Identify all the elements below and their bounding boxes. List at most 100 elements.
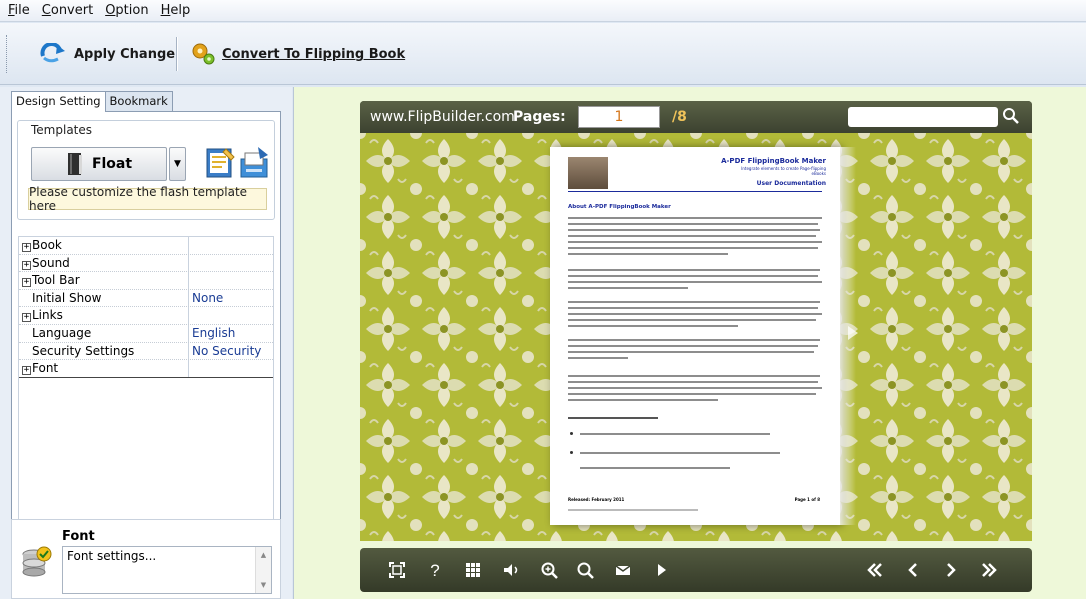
- prop-value: [189, 237, 192, 254]
- customize-hint: Please customize the flash template here: [28, 185, 267, 213]
- zoom-in-icon[interactable]: [538, 559, 560, 581]
- prop-key: Font: [32, 361, 59, 376]
- expand-icon[interactable]: +: [22, 313, 31, 323]
- document-heading: About A-PDF FlippingBook Maker: [568, 204, 671, 210]
- prop-key: Language: [19, 324, 189, 342]
- prop-value[interactable]: None: [189, 290, 223, 307]
- description-title: Font: [62, 529, 95, 544]
- help-icon[interactable]: ?: [424, 559, 446, 581]
- prop-row-initial-show[interactable]: Initial Show None: [19, 289, 273, 308]
- flipbook-viewer: www.FlipBuilder.com Pages: 1 /8 A-PDF Fl…: [360, 101, 1032, 541]
- prop-value[interactable]: English: [189, 325, 235, 342]
- play-icon[interactable]: [650, 559, 672, 581]
- book-icon: [67, 153, 82, 175]
- prop-row-tool-bar[interactable]: + Tool Bar: [19, 272, 273, 290]
- viewer-control-bar: ?: [360, 548, 1032, 592]
- document-subtitle: Integrate elements to create Page-flippi…: [741, 166, 826, 176]
- templates-legend: Templates: [28, 123, 96, 137]
- expand-icon[interactable]: +: [22, 278, 31, 288]
- prev-page-icon[interactable]: [902, 559, 924, 581]
- prop-value: [189, 360, 192, 377]
- viewer-search-input[interactable]: [848, 107, 998, 127]
- thumbnails-icon[interactable]: [462, 559, 484, 581]
- description-text: Font settings... ▲ ▼: [62, 546, 272, 594]
- next-page-arrow-icon[interactable]: [848, 326, 858, 340]
- prop-key: Links: [32, 308, 63, 323]
- prop-key: Book: [32, 238, 62, 252]
- gears-icon: [192, 43, 215, 65]
- next-page-icon[interactable]: [940, 559, 962, 581]
- property-description-panel: Font Font settings... ▲ ▼: [11, 519, 281, 599]
- description-scrollbar[interactable]: ▲ ▼: [255, 547, 271, 593]
- search-icon[interactable]: [574, 559, 596, 581]
- export-icon[interactable]: [238, 145, 272, 181]
- scroll-up-icon[interactable]: ▲: [256, 551, 271, 559]
- tab-bookmark[interactable]: Bookmark: [104, 91, 173, 111]
- expand-icon[interactable]: +: [22, 260, 31, 270]
- tab-design-setting[interactable]: Design Setting: [11, 91, 106, 112]
- document-footer-right: Page 1 of 8: [794, 497, 820, 502]
- property-grid: + Book + Sound + Tool Bar Initial Show None…: [18, 236, 274, 520]
- convert-button[interactable]: Convert To Flipping Book: [190, 41, 405, 67]
- convert-label: Convert To Flipping Book: [222, 46, 406, 62]
- book-stage: A-PDF FlippingBook Maker Integrate eleme…: [360, 133, 1032, 541]
- prop-value: [189, 255, 192, 272]
- menu-help[interactable]: Help: [157, 3, 199, 18]
- page-number-input[interactable]: 1: [578, 106, 660, 128]
- template-select-button[interactable]: Float: [31, 147, 167, 181]
- prop-value[interactable]: No Security: [189, 343, 261, 360]
- document-page[interactable]: A-PDF FlippingBook Maker Integrate eleme…: [550, 147, 840, 525]
- prop-key: Initial Show: [19, 289, 189, 307]
- menu-option[interactable]: Option: [101, 3, 156, 18]
- sound-icon[interactable]: [500, 559, 522, 581]
- scroll-down-icon[interactable]: ▼: [256, 581, 271, 589]
- tab-strip: Design Setting Bookmark: [11, 91, 173, 112]
- first-page-icon[interactable]: [864, 559, 886, 581]
- site-link[interactable]: www.FlipBuilder.com: [370, 109, 515, 125]
- search-icon[interactable]: [1000, 105, 1022, 127]
- prop-key: Tool Bar: [32, 273, 80, 288]
- prop-value: [189, 307, 192, 324]
- document-title: A-PDF FlippingBook Maker: [721, 157, 826, 165]
- expand-icon[interactable]: +: [22, 366, 31, 376]
- templates-group: Templates Float ▼ Please customize the f…: [17, 120, 275, 220]
- menu-file[interactable]: File: [4, 3, 38, 18]
- prop-row-security-settings[interactable]: Security Settings No Security: [19, 342, 273, 361]
- prop-row-language[interactable]: Language English: [19, 324, 273, 343]
- expand-icon[interactable]: +: [22, 243, 31, 252]
- email-icon[interactable]: [612, 559, 634, 581]
- fit-screen-icon[interactable]: [386, 559, 408, 581]
- document-footer-left: Released: February 2011: [568, 497, 625, 502]
- left-panel: Design Setting Bookmark Templates Float …: [0, 87, 292, 599]
- document-rule: [568, 191, 822, 192]
- page-total: /8: [672, 109, 687, 125]
- template-dropdown[interactable]: ▼: [169, 147, 186, 181]
- svg-text:?: ?: [430, 561, 439, 580]
- description-value: Font settings...: [67, 549, 157, 563]
- prop-row-font[interactable]: + Font: [19, 360, 273, 378]
- template-name: Float: [91, 156, 133, 172]
- document-user-doc: User Documentation: [756, 180, 826, 187]
- prop-key: Security Settings: [19, 342, 189, 360]
- prop-row-links[interactable]: + Links: [19, 307, 273, 325]
- last-page-icon[interactable]: [978, 559, 1000, 581]
- preview-panel: www.FlipBuilder.com Pages: 1 /8 A-PDF Fl…: [293, 87, 1086, 599]
- toolbar-separator: [176, 37, 177, 71]
- edit-doc-icon[interactable]: [204, 145, 238, 181]
- pages-label: Pages:: [513, 109, 566, 125]
- chevron-down-icon: ▼: [174, 159, 181, 169]
- prop-row-sound[interactable]: + Sound: [19, 254, 273, 273]
- menu-bar: File Convert Option Help: [0, 0, 1086, 22]
- viewer-top-bar: www.FlipBuilder.com Pages: 1 /8: [360, 101, 1032, 133]
- menu-convert[interactable]: Convert: [38, 3, 101, 18]
- apply-change-label: Apply Change: [74, 46, 176, 62]
- settings-db-icon: [22, 546, 52, 577]
- refresh-icon: [40, 43, 65, 63]
- apply-change-button[interactable]: Apply Change: [40, 41, 175, 67]
- prop-row-book[interactable]: + Book: [19, 237, 273, 255]
- toolbar-grip: [6, 35, 9, 73]
- toolbar: Apply Change Convert To Flipping Book: [0, 23, 1086, 85]
- document-logo: [568, 157, 608, 189]
- prop-value: [189, 272, 192, 289]
- prop-key: Sound: [32, 255, 70, 270]
